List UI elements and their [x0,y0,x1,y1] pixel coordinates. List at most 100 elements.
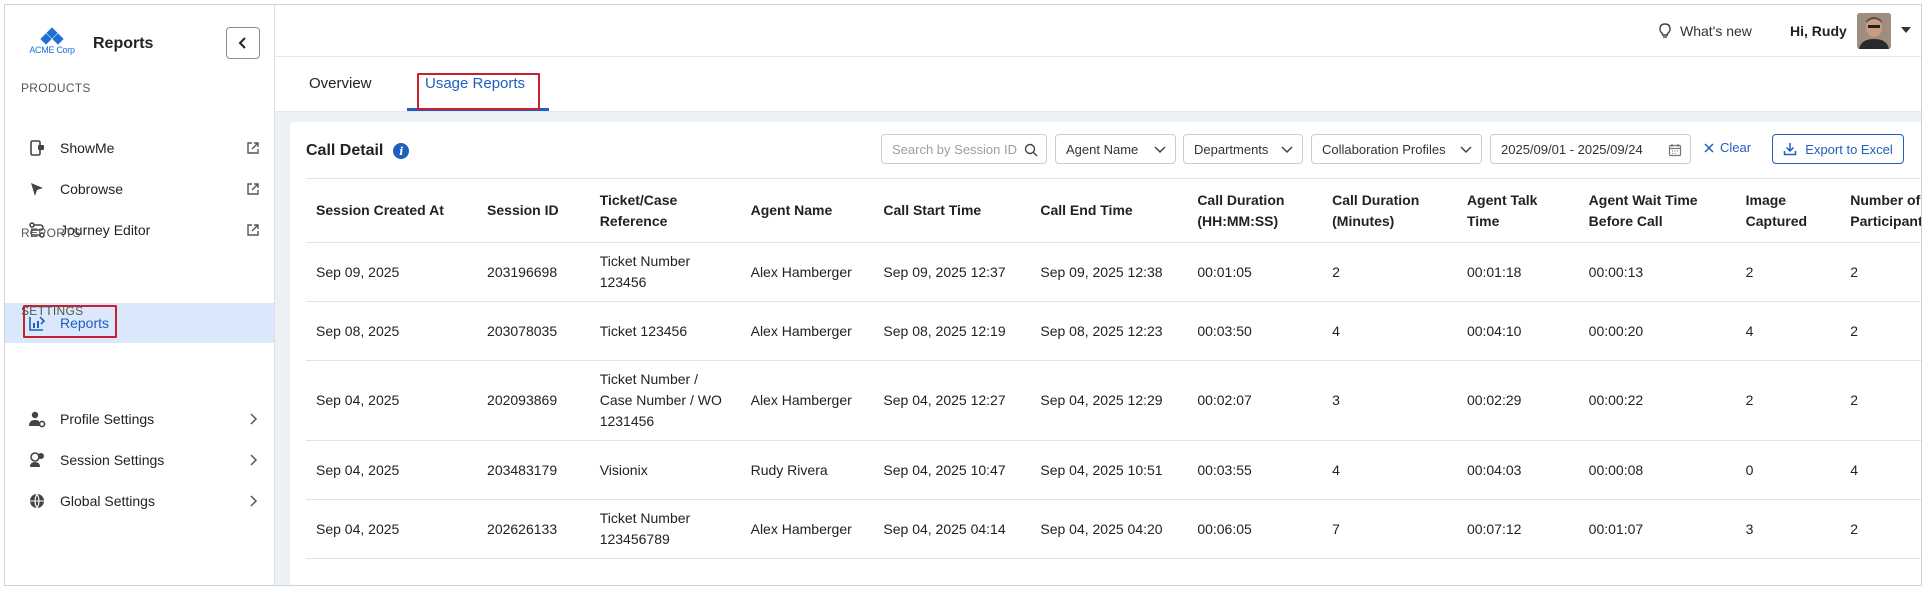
column-header[interactable]: Number of Participants [1840,178,1921,243]
column-header[interactable]: Image Captured [1735,178,1841,243]
sidebar-item-showme[interactable]: ShowMe [5,128,274,168]
collapse-sidebar-button[interactable] [226,27,260,59]
table-cell: 00:03:50 [1187,301,1323,361]
table-row[interactable]: Sep 04, 2025 202626133 Ticket Number 123… [306,499,1921,559]
column-header[interactable]: Call Start Time [873,178,1031,243]
whats-new-label: What's new [1680,23,1752,39]
section-label-reports: REPORTS [21,226,81,240]
sidebar-item-label: Cobrowse [60,181,124,197]
chevron-down-icon [1281,146,1293,154]
section-label-products: PRODUCTS [21,81,91,95]
table-cell: Alex Hamberger [740,499,874,559]
table-cell: 00:00:20 [1578,301,1736,361]
sidebar-item-profile-settings[interactable]: Profile Settings [5,399,274,439]
sidebar-item-label: ShowMe [60,140,115,156]
table-header-row: Session Created At Session ID Ticket/Cas… [306,178,1921,243]
info-icon[interactable]: i [393,143,410,159]
table-row[interactable]: Sep 04, 2025 202093869 Ticket Number / C… [306,360,1921,441]
table-row[interactable]: Sep 09, 2025 203196698 Ticket Number 123… [306,242,1921,302]
chevron-right-icon [245,452,261,468]
column-header[interactable]: Agent Name [740,178,874,243]
table-cell: Sep 04, 2025 04:20 [1030,499,1188,559]
table-cell: 00:00:22 [1578,360,1736,441]
table-cell: 4 [1735,301,1841,361]
table-cell: 0 [1735,440,1841,500]
download-icon [1784,143,1797,156]
agent-name-dropdown[interactable]: Agent Name [1055,134,1176,164]
table-cell: 00:04:03 [1456,440,1579,500]
column-header[interactable]: Agent Wait Time Before Call [1578,178,1736,243]
tab-overview[interactable]: Overview [309,75,372,92]
collaboration-profiles-dropdown[interactable]: Collaboration Profiles [1311,134,1482,164]
table-cell: 3 [1735,499,1841,559]
sidebar-item-session-settings[interactable]: Session Settings [5,440,274,480]
table-cell: 2 [1840,360,1921,441]
table-cell: 4 [1322,301,1457,361]
call-detail-card: Call Detail i Search by Session ID Agent… [290,122,1921,585]
table-cell: 203483179 [477,440,590,500]
top-bar: What's new Hi, Rudy [275,5,1921,57]
app-window: ACME Corp Reports PRODUCTS ShowMe Cobrow… [4,4,1922,586]
clear-label: Clear [1720,140,1752,155]
table-cell: 00:00:13 [1578,242,1736,302]
table-cell: 00:01:18 [1456,242,1579,302]
table-cell: 202093869 [477,360,590,441]
table-cell: Sep 04, 2025 [306,440,478,500]
column-header[interactable]: Call Duration (Minutes) [1322,178,1457,243]
search-session-input[interactable]: Search by Session ID [881,134,1047,164]
column-header[interactable]: Session Created At [306,178,478,243]
export-to-excel-button[interactable]: Export to Excel [1772,134,1904,164]
table-row[interactable]: Sep 08, 2025 203078035 Ticket 123456 Ale… [306,301,1921,361]
column-header[interactable]: Call Duration (HH:MM:SS) [1187,178,1323,243]
clear-filters-button[interactable]: Clear [1704,140,1751,155]
avatar[interactable] [1857,13,1891,49]
external-link-icon [245,222,261,238]
call-detail-table: Session Created At Session ID Ticket/Cas… [306,178,1921,559]
external-link-icon [245,181,261,197]
table-cell: 2 [1322,242,1457,302]
export-label: Export to Excel [1805,141,1893,157]
column-header[interactable]: Agent Talk Time [1456,178,1579,243]
table-cell: 2 [1735,360,1841,441]
sidebar-item-label: Global Settings [60,493,155,509]
date-range-picker[interactable]: 2025/09/01 - 2025/09/24 [1490,134,1691,164]
column-header[interactable]: Call End Time [1030,178,1188,243]
collaboration-profiles-label: Collaboration Profiles [1322,141,1446,157]
sidebar-item-global-settings[interactable]: Global Settings [5,481,274,521]
table-cell: Sep 04, 2025 [306,499,478,559]
acme-logo: ACME Corp [27,27,77,59]
chevron-down-icon [1460,146,1472,154]
table-cell: Ticket 123456 [589,301,741,361]
sidebar-item-cobrowse[interactable]: Cobrowse [5,169,274,209]
logo-mark-icon [40,27,64,45]
external-link-icon [245,140,261,156]
lightbulb-icon [1659,23,1671,38]
chevron-down-icon [1154,146,1166,154]
table-row[interactable]: Sep 04, 2025 203483179 Visionix Rudy Riv… [306,440,1921,500]
table-cell: Sep 08, 2025 12:23 [1030,301,1188,361]
column-header[interactable]: Session ID [477,178,590,243]
table-cell: Ticket Number 123456 [589,242,741,302]
table-cell: 202626133 [477,499,590,559]
column-header[interactable]: Ticket/Case Reference [589,178,741,243]
calendar-icon [1668,144,1682,157]
table-cell: 00:01:07 [1578,499,1736,559]
sidebar-item-label: Profile Settings [60,411,155,427]
profile-gear-icon [27,409,47,429]
close-icon [1704,142,1714,153]
user-menu-caret-icon[interactable] [1901,27,1911,33]
table-cell: 2 [1840,499,1921,559]
table-cell: 2 [1735,242,1841,302]
globe-icon [27,491,47,511]
table-cell: 00:03:55 [1187,440,1323,500]
table-cell: Rudy Rivera [740,440,874,500]
date-range-value: 2025/09/01 - 2025/09/24 [1501,141,1643,157]
table-cell: Sep 04, 2025 10:51 [1030,440,1188,500]
whats-new-link[interactable]: What's new [1658,23,1752,39]
table-cell: 4 [1840,440,1921,500]
table-cell: Sep 04, 2025 10:47 [873,440,1031,500]
departments-dropdown[interactable]: Departments [1183,134,1303,164]
table-cell: Visionix [589,440,741,500]
sidebar-item-label: Session Settings [60,452,165,468]
table-cell: 00:02:07 [1187,360,1323,441]
